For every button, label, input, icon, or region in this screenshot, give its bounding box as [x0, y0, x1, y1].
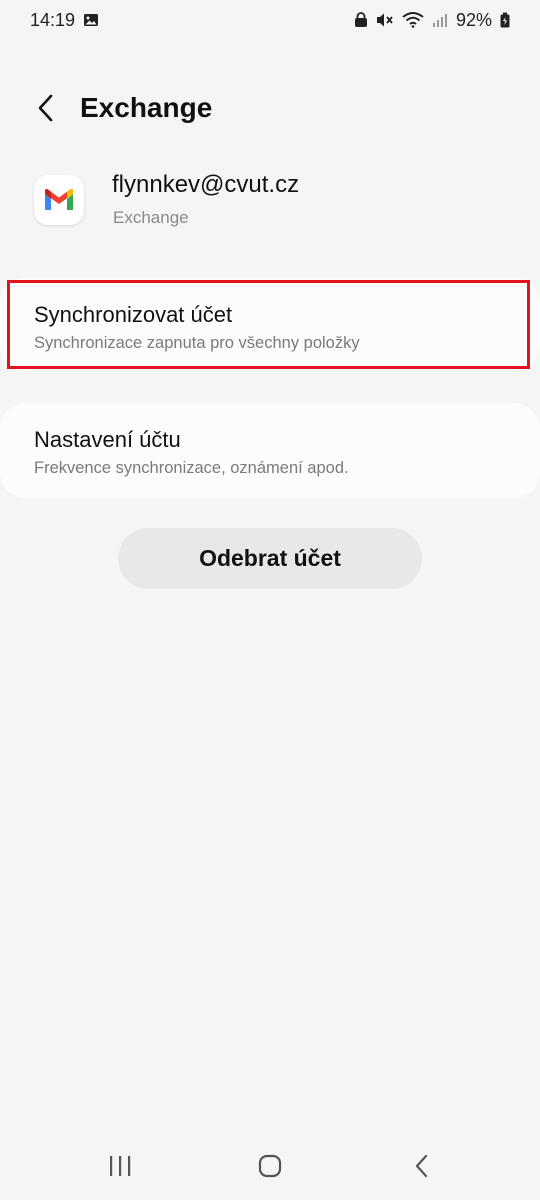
sync-account-subtitle: Synchronizace zapnuta pro všechny položk…	[34, 334, 360, 352]
header: Exchange	[0, 80, 540, 136]
wifi-icon	[402, 12, 424, 28]
navigation-bar	[0, 1130, 540, 1200]
back-button[interactable]	[28, 90, 64, 126]
nav-back-button[interactable]	[398, 1148, 446, 1184]
lock-icon	[354, 12, 368, 28]
chevron-left-icon	[38, 94, 53, 122]
recents-button[interactable]	[96, 1148, 144, 1184]
remove-account-button[interactable]: Odebrat účet	[118, 528, 422, 589]
page-title: Exchange	[80, 92, 213, 123]
mute-icon	[376, 12, 394, 28]
account-info: flynnkev@cvut.cz Exchange	[0, 165, 540, 245]
home-button[interactable]	[246, 1148, 294, 1184]
account-type: Exchange	[113, 208, 189, 227]
sync-account-title: Synchronizovat účet	[34, 302, 233, 327]
account-email: flynnkev@cvut.cz	[112, 171, 300, 198]
sync-account-item[interactable]: Synchronizovat účet Synchronizace zapnut…	[0, 278, 540, 370]
account-settings-item[interactable]: Nastavení účtu Frekvence synchronizace, …	[0, 403, 540, 498]
gmail-icon	[34, 175, 84, 225]
battery-icon	[500, 12, 510, 28]
account-settings-subtitle: Frekvence synchronizace, oznámení apod.	[34, 459, 349, 477]
status-time: 14:19	[30, 9, 76, 30]
home-icon	[258, 1154, 282, 1178]
back-icon	[415, 1154, 428, 1178]
signal-icon	[432, 12, 448, 28]
account-settings-title: Nastavení účtu	[34, 427, 181, 452]
recents-icon	[110, 1156, 131, 1176]
image-icon	[83, 12, 99, 28]
battery-percent: 92%	[455, 9, 492, 30]
status-bar: 14:19 92%	[0, 0, 540, 40]
